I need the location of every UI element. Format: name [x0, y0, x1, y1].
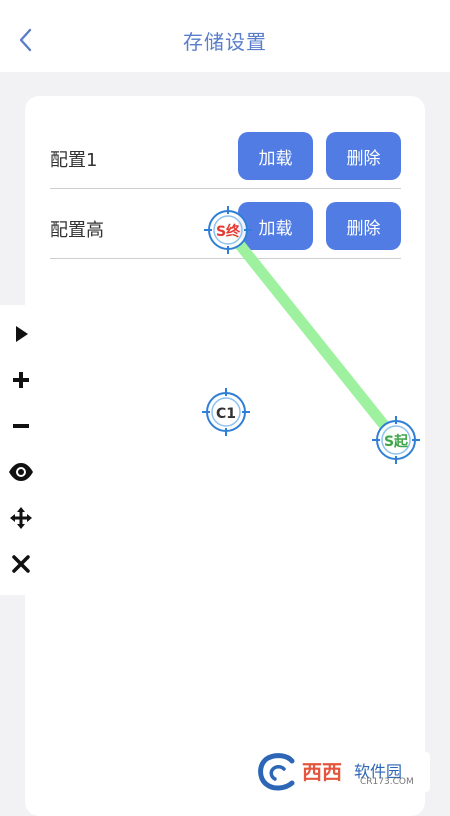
close-icon	[12, 555, 30, 573]
swipe-path-line	[222, 224, 402, 446]
watermark-url: CR173.COM	[360, 777, 414, 787]
floating-toolbar	[0, 305, 46, 595]
play-icon	[16, 326, 28, 342]
center-marker-label: C1	[216, 406, 236, 422]
add-point-button[interactable]	[6, 365, 36, 395]
visibility-button[interactable]	[6, 457, 36, 487]
minus-icon	[13, 424, 29, 428]
remove-point-button[interactable]	[6, 411, 36, 441]
watermark-logo-icon	[258, 753, 295, 791]
plus-icon	[13, 372, 29, 388]
move-icon	[10, 507, 32, 529]
watermark-brand: 西西	[302, 760, 342, 784]
watermark: 西西 软件园 CR173.COM	[250, 752, 430, 792]
close-toolbar-button[interactable]	[6, 549, 36, 579]
click-points-overlay: S终 C1 S起	[202, 206, 420, 464]
move-button[interactable]	[6, 503, 36, 533]
start-marker-label: S起	[384, 433, 409, 450]
eye-icon	[9, 463, 33, 481]
play-button[interactable]	[6, 319, 36, 349]
center-marker[interactable]: C1	[202, 388, 250, 436]
end-marker-label: S终	[216, 223, 241, 240]
